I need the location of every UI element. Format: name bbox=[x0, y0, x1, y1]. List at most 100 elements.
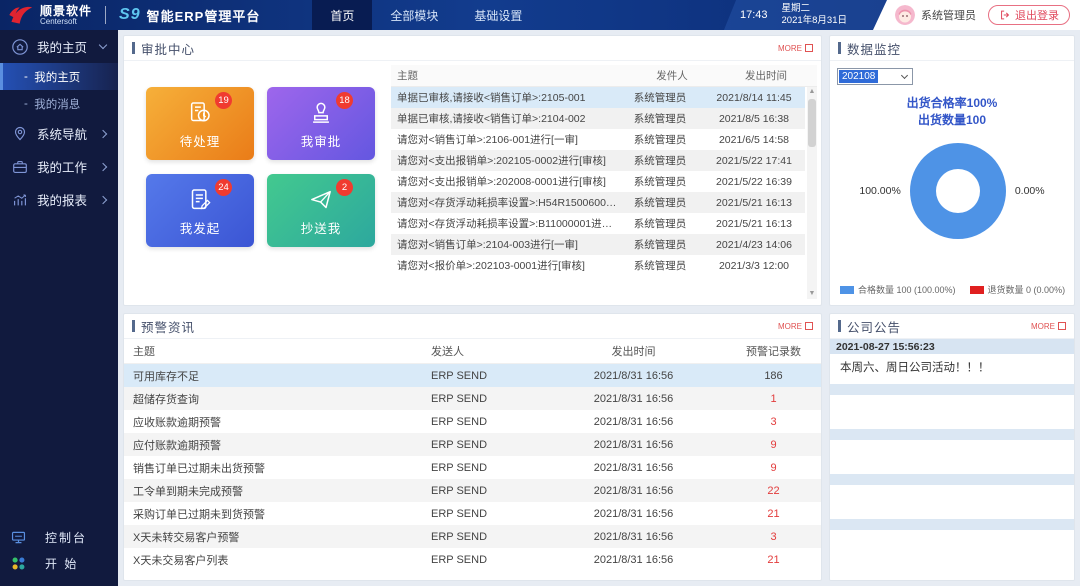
alert-table-row[interactable]: 工令单到期未完成预警 ERP SEND 2021/8/31 16:56 22 bbox=[124, 479, 821, 502]
cell-subject: 单据已审核,请接收<销售订单>:2105-001 bbox=[397, 92, 586, 104]
app-root: 顺景软件 Centersoft S9 智能ERP管理平台 首页 全部模块 基础设… bbox=[0, 0, 1080, 586]
nav-item-basic-settings[interactable]: 基础设置 bbox=[456, 0, 540, 30]
cell-time: 2021/8/31 16:56 bbox=[593, 507, 674, 520]
title-accent-bar bbox=[838, 42, 841, 54]
legend-label: 退货数量 0 (0.00%) bbox=[987, 285, 1066, 295]
scroll-down-icon[interactable]: ▼ bbox=[809, 289, 816, 299]
cell-time: 2021/8/31 16:56 bbox=[593, 438, 674, 451]
alert-table-row[interactable]: 销售订单已过期未出货预警 ERP SEND 2021/8/31 16:56 9 bbox=[124, 456, 821, 479]
tile-my-approvals[interactable]: 我审批 18 bbox=[267, 87, 375, 160]
console-icon bbox=[11, 531, 26, 543]
cell-time: 2021/5/22 16:39 bbox=[716, 175, 792, 188]
navigation-pin-icon bbox=[11, 125, 29, 143]
col-sender: 发送人 bbox=[431, 346, 464, 358]
scroll-thumb[interactable] bbox=[808, 99, 816, 147]
notice-row-separator bbox=[830, 384, 1074, 395]
sidebar-subitem-my-home[interactable]: 我的主页 bbox=[0, 63, 118, 90]
topbar-right: 17:43 星期二 2021年8月31日 系统管理员 退出登录 bbox=[740, 0, 1080, 30]
cell-time: 2021/8/31 16:56 bbox=[593, 369, 674, 382]
shipment-qty-text: 出货数量100 bbox=[917, 113, 987, 127]
briefcase-icon bbox=[11, 158, 29, 176]
approval-table-row[interactable]: 请您对<存货浮动耗损率设置>:B11000001进行[审核] 系统管理员 202… bbox=[391, 213, 805, 234]
alert-more-button[interactable]: MORE bbox=[778, 322, 813, 331]
cell-subject: X天未交易客户列表 bbox=[133, 554, 229, 567]
cell-time: 2021/6/5 14:58 bbox=[718, 133, 790, 146]
cell-sender: 系统管理员 bbox=[633, 155, 687, 167]
cell-alert-count: 21 bbox=[767, 553, 780, 566]
approval-table-row[interactable]: 请您对<销售订单>:2106-001进行[一审] 系统管理员 2021/6/5 … bbox=[391, 129, 805, 150]
approval-table-row[interactable]: 请您对<支出报销单>:202008-0001进行[审核] 系统管理员 2021/… bbox=[391, 171, 805, 192]
alert-table-row[interactable]: X天未转交易客户预警 ERP SEND 2021/8/31 16:56 3 bbox=[124, 525, 821, 548]
approval-table-row[interactable]: 单据已审核,请接收<销售订单>:2104-002 系统管理员 2021/8/5 … bbox=[391, 108, 805, 129]
alert-table-row[interactable]: 应收账款逾期预警 ERP SEND 2021/8/31 16:56 3 bbox=[124, 410, 821, 433]
alert-table-header: 主题 发送人 发出时间 预警记录数 bbox=[124, 339, 821, 364]
more-label: MORE bbox=[778, 43, 802, 53]
more-label: MORE bbox=[1031, 321, 1055, 331]
more-icon bbox=[805, 322, 813, 330]
nav-item-home[interactable]: 首页 bbox=[312, 0, 373, 30]
cell-subject: 请您对<存货浮动耗损率设置>:B11000001进行[审核] bbox=[397, 218, 617, 230]
sidebar-item-label: 我的报表 bbox=[37, 194, 88, 208]
chart-legend: 合格数量 100 (100.00%) 退货数量 0 (0.00%) bbox=[840, 283, 1065, 296]
cell-subject: 应收账款逾期预警 bbox=[133, 416, 221, 429]
cell-alert-count: 3 bbox=[770, 530, 777, 543]
legend-swatch-blue bbox=[840, 285, 854, 294]
tile-cc-to-me[interactable]: 抄送我 2 bbox=[267, 174, 375, 247]
chevron-right-icon bbox=[98, 129, 108, 138]
legend-swatch-red bbox=[969, 285, 984, 294]
badge-count: 18 bbox=[336, 92, 353, 109]
chevron-right-icon bbox=[98, 162, 108, 171]
pass-rate-text: 出货合格率100% bbox=[906, 96, 998, 110]
approval-table-row[interactable]: 请您对<销售订单>:2104-003进行[一审] 系统管理员 2021/4/23… bbox=[391, 234, 805, 255]
avatar[interactable] bbox=[895, 5, 915, 25]
sidebar-item-my-reports[interactable]: 我的报表 bbox=[0, 183, 118, 216]
alert-table-row[interactable]: 超储存货查询 ERP SEND 2021/8/31 16:56 1 bbox=[124, 387, 821, 410]
approval-table-row[interactable]: 请您对<报价单>:202103-0001进行[审核] 系统管理员 2021/3/… bbox=[391, 255, 805, 276]
console-button[interactable]: 控制台 bbox=[10, 524, 118, 550]
sidebar-item-my-work[interactable]: 我的工作 bbox=[0, 150, 118, 183]
cell-subject: 单据已审核,请接收<销售订单>:2104-002 bbox=[397, 113, 586, 125]
cell-subject: 采购订单已过期未到货预警 bbox=[133, 508, 265, 521]
panel-title: 审批中心 bbox=[141, 42, 196, 57]
col-sent-time: 发出时间 bbox=[745, 70, 787, 82]
cell-sender: ERP SEND bbox=[431, 369, 488, 382]
logout-button[interactable]: 退出登录 bbox=[988, 5, 1070, 25]
nav-item-all-modules[interactable]: 全部模块 bbox=[372, 0, 456, 30]
start-label: 开 始 bbox=[45, 556, 79, 571]
sidebar-subitem-my-messages[interactable]: 我的消息 bbox=[0, 90, 118, 117]
panel-title: 预警资讯 bbox=[141, 320, 196, 335]
alert-table-row[interactable]: 应付账款逾期预警 ERP SEND 2021/8/31 16:56 9 bbox=[124, 433, 821, 456]
notice-more-button[interactable]: MORE bbox=[1031, 322, 1066, 331]
start-button[interactable]: 开 始 bbox=[10, 550, 118, 576]
logout-icon bbox=[1001, 10, 1010, 20]
notice-content[interactable]: 本周六、周日公司活动！！！ bbox=[830, 354, 1074, 384]
cell-time: 2021/5/21 16:13 bbox=[716, 196, 792, 209]
clock-time: 17:43 bbox=[739, 9, 768, 21]
alert-table-row[interactable]: 采购订单已过期未到货预警 ERP SEND 2021/8/31 16:56 21 bbox=[124, 502, 821, 525]
cell-alert-count: 3 bbox=[770, 415, 777, 428]
approval-table-row[interactable]: 请您对<存货浮动耗损率设置>:H54R15006002进行[审核] 系统管理员 … bbox=[391, 192, 805, 213]
weekday: 星期二 bbox=[781, 3, 811, 14]
scroll-up-icon[interactable]: ▲ bbox=[809, 87, 816, 97]
approval-table-row[interactable]: 请您对<支出报销单>:202105-0002进行[审核] 系统管理员 2021/… bbox=[391, 150, 805, 171]
period-select[interactable]: 202108 bbox=[837, 68, 913, 85]
cell-sender: ERP SEND bbox=[431, 507, 488, 520]
cell-alert-count: 9 bbox=[770, 461, 777, 474]
cell-time: 2021/8/14 11:45 bbox=[716, 91, 792, 104]
alert-table-row[interactable]: 可用库存不足 ERP SEND 2021/8/31 16:56 186 bbox=[124, 364, 821, 387]
approval-table-row[interactable]: 单据已审核,请接收<销售订单>:2105-001 系统管理员 2021/8/14… bbox=[391, 87, 805, 108]
cell-sender: ERP SEND bbox=[431, 415, 488, 428]
sidebar-item-system-nav[interactable]: 系统导航 bbox=[0, 117, 118, 150]
approval-more-button[interactable]: MORE bbox=[778, 44, 813, 53]
top-nav: 首页 全部模块 基础设置 bbox=[312, 0, 540, 30]
alert-table-row[interactable]: X天未交易客户列表 ERP SEND 2021/8/31 16:56 21 bbox=[124, 548, 821, 571]
tile-initiated-by-me[interactable]: 我发起 24 bbox=[146, 174, 254, 247]
tile-pending[interactable]: 待处理 19 bbox=[146, 87, 254, 160]
shipment-stats: 出货合格率100% 出货数量100 bbox=[830, 95, 1074, 129]
chevron-down-icon bbox=[900, 71, 909, 80]
notice-panel-header: 公司公告 MORE bbox=[830, 314, 1074, 339]
table-scrollbar[interactable]: ▲ ▼ bbox=[807, 87, 817, 299]
sidebar-item-my-home[interactable]: 我的主页 bbox=[0, 30, 118, 63]
cell-subject: 请您对<存货浮动耗损率设置>:H54R15006002进行[审核] bbox=[397, 197, 617, 209]
cell-subject: 请您对<销售订单>:2106-001进行[一审] bbox=[397, 134, 578, 146]
